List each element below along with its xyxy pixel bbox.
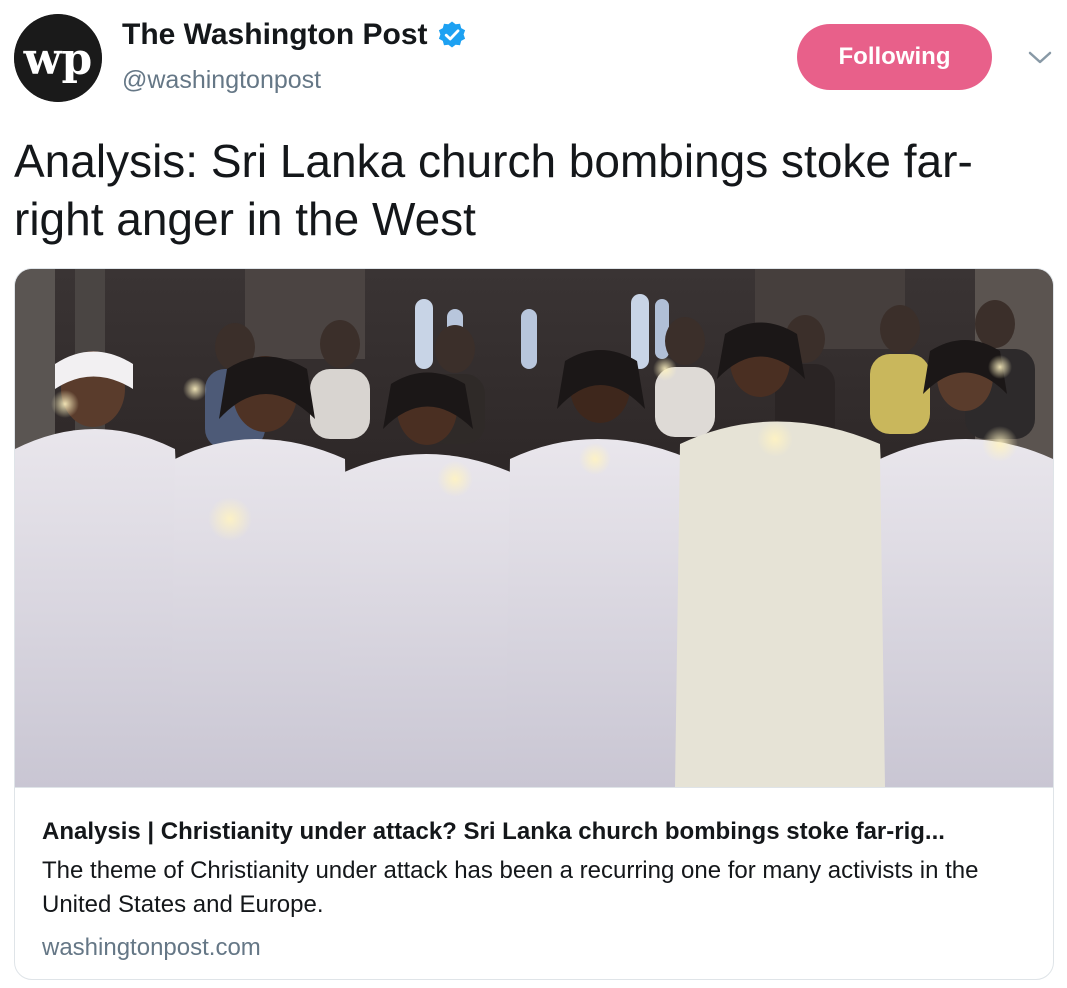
washington-post-logo: wp: [14, 14, 102, 102]
account-name-row: The Washington Post: [122, 18, 467, 52]
link-card-title[interactable]: Analysis | Christianity under attack? Sr…: [42, 818, 1032, 846]
display-name[interactable]: The Washington Post: [122, 18, 428, 52]
link-card-body: Analysis | Christianity under attack? Sr…: [15, 787, 1053, 979]
tweet-text: Analysis: Sri Lanka church bombings stok…: [14, 135, 973, 245]
link-card-description: The theme of Christianity under attack h…: [42, 857, 979, 918]
avatar[interactable]: wp: [14, 14, 102, 102]
following-button[interactable]: Following: [797, 24, 992, 90]
verified-badge-icon: [438, 21, 465, 48]
chevron-down-icon[interactable]: [1026, 48, 1054, 68]
account-handle[interactable]: @washingtonpost: [122, 66, 321, 95]
link-card-domain: washingtonpost.com: [42, 934, 261, 961]
link-card[interactable]: Analysis | Christianity under attack? Sr…: [14, 268, 1054, 980]
svg-text:wp: wp: [23, 34, 93, 85]
article-photo: [15, 269, 1053, 787]
